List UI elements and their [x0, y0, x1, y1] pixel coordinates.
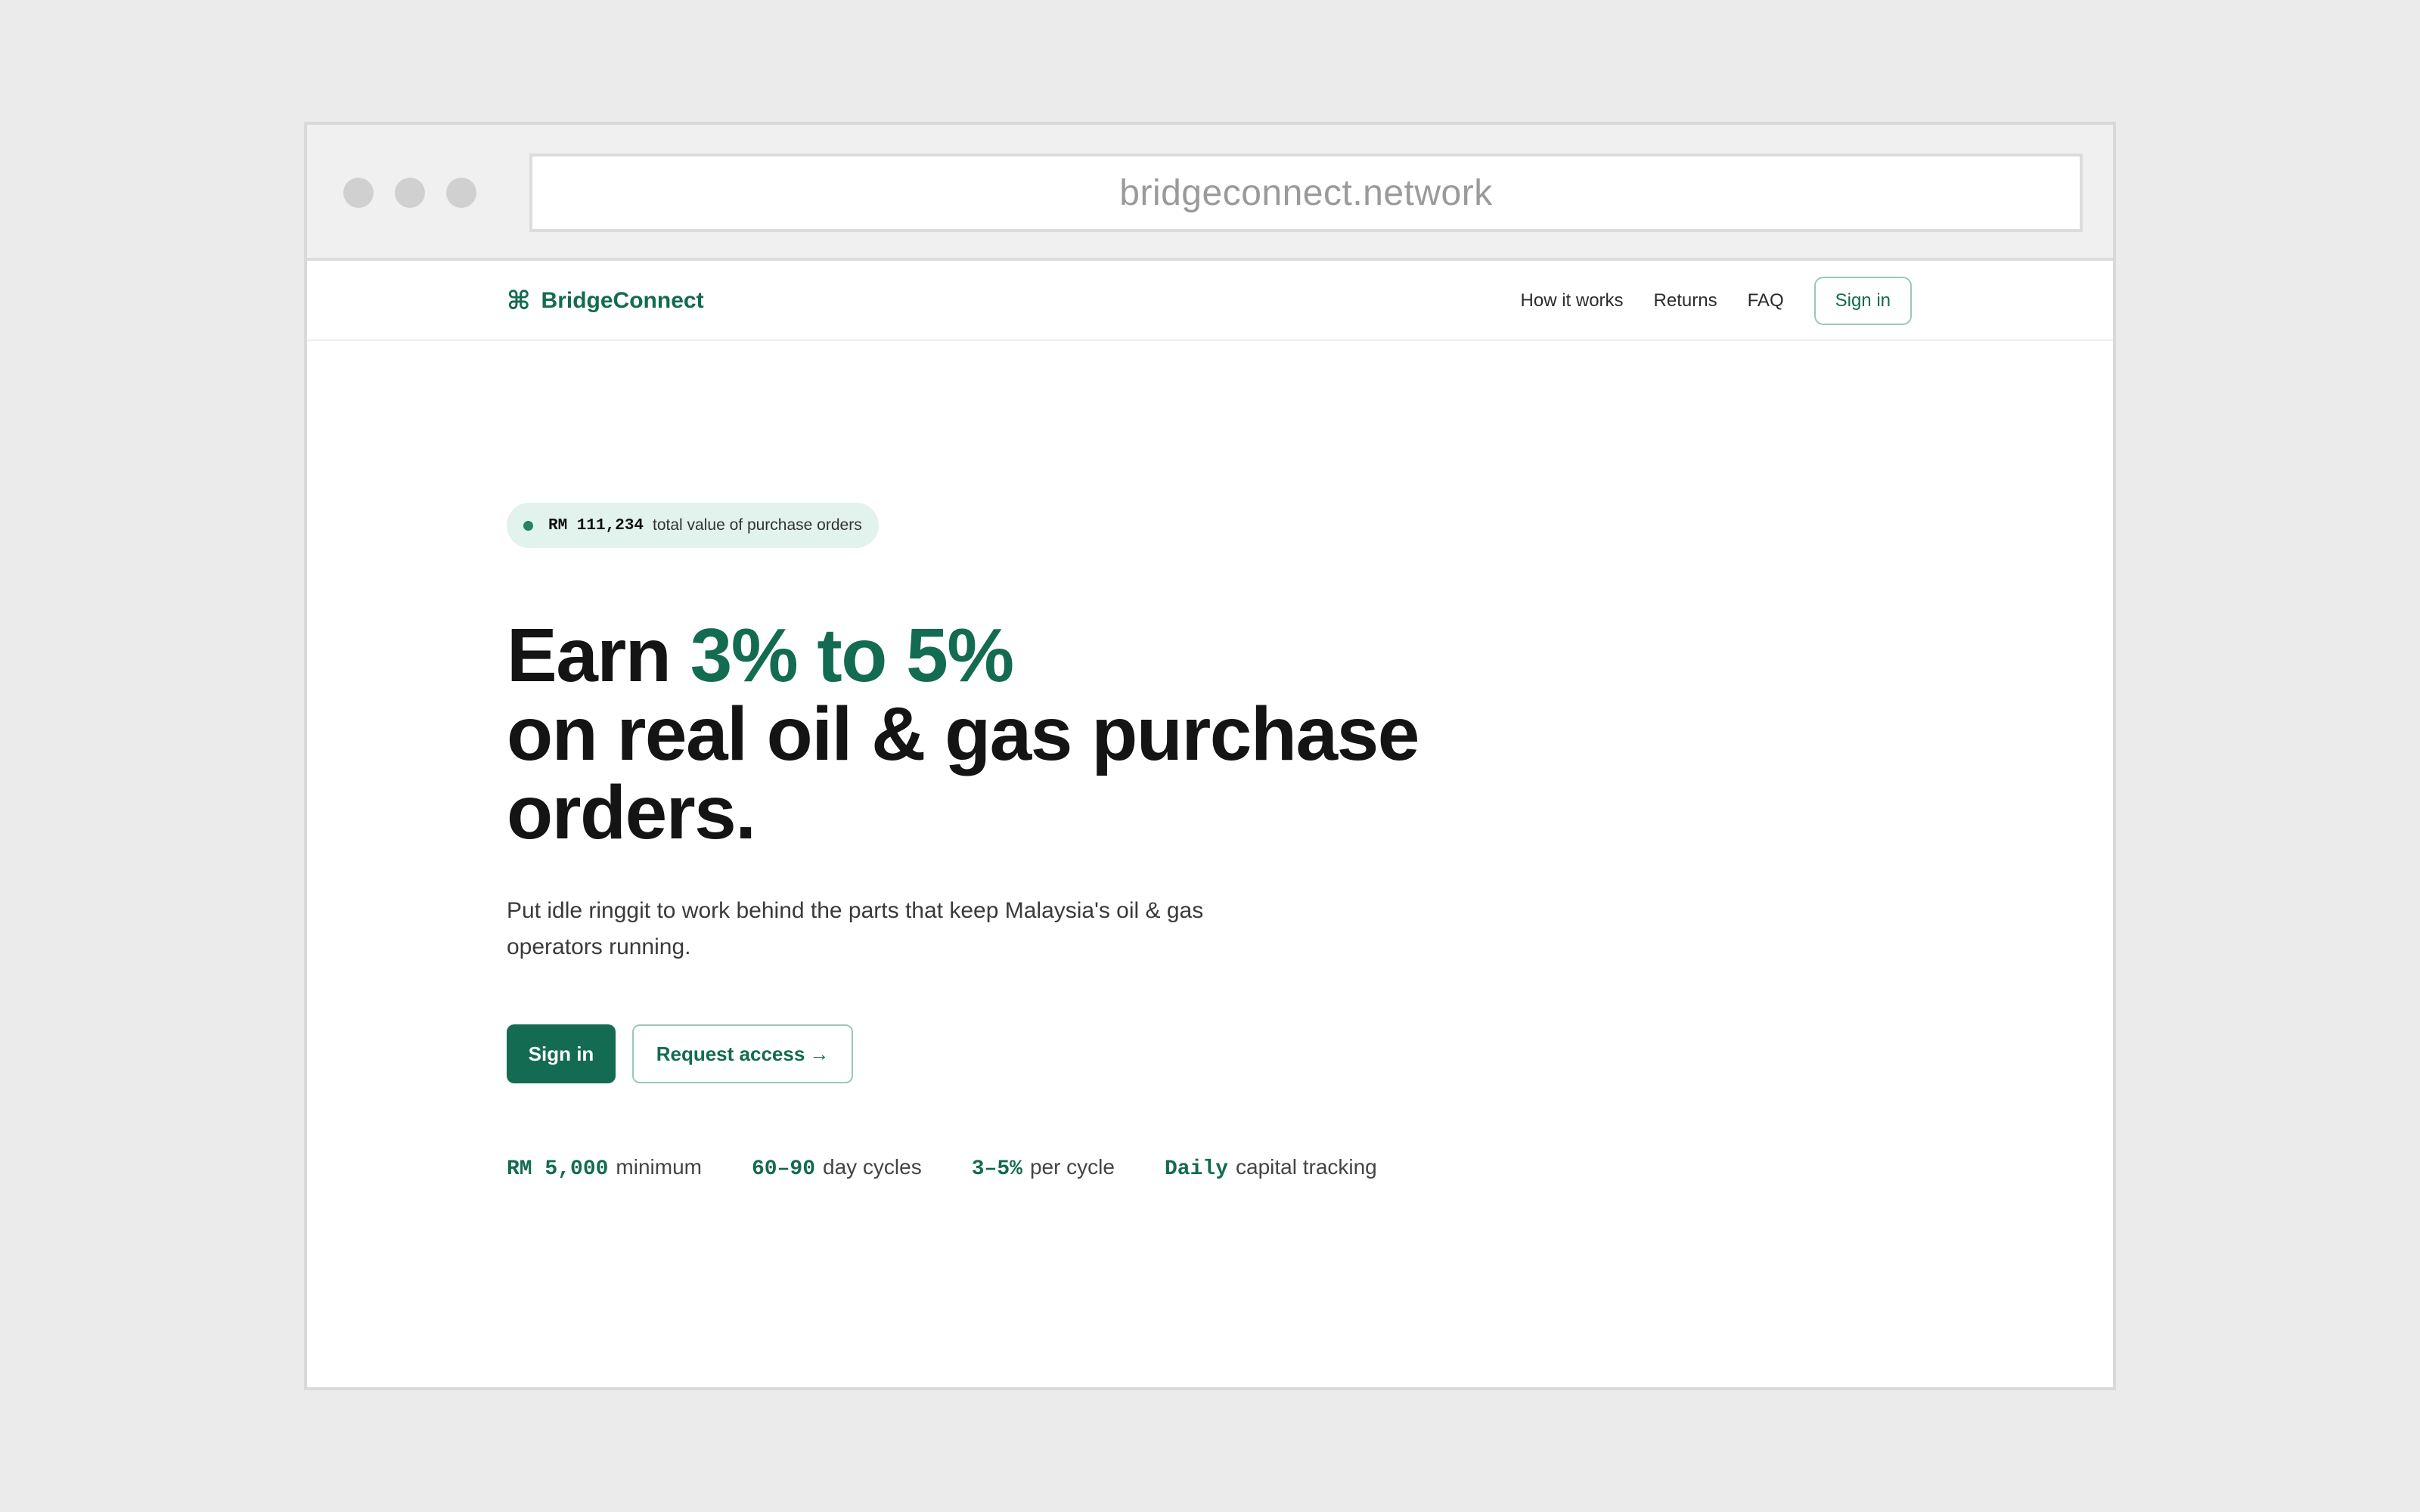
hero-subtitle: Put idle ringgit to work behind the part…: [507, 898, 1204, 959]
stat-label: per cycle: [1029, 1155, 1115, 1179]
headline-accent: 3% to 5%: [690, 613, 1015, 698]
request-access-label: Request access: [656, 1042, 805, 1065]
stat-key: 3–5%: [971, 1157, 1022, 1181]
stat-return: 3–5% per cycle: [972, 1155, 1115, 1181]
stat-key: Daily: [1164, 1157, 1228, 1181]
stat-cycles: 60–90 day cycles: [752, 1155, 922, 1181]
stat-tracking: Daily capital tracking: [1165, 1155, 1377, 1181]
window-minimize-dot[interactable]: [395, 178, 425, 208]
stat-minimum: RM 5,000 minimum: [507, 1155, 702, 1181]
status-dot-icon: [523, 520, 533, 531]
badge-amount: RM 111,234: [548, 516, 644, 534]
nav-link-faq[interactable]: FAQ: [1748, 290, 1784, 311]
browser-window: bridgeconnect.network ⌘ BridgeConnect Ho…: [304, 122, 2116, 1390]
request-access-button[interactable]: Request access →: [632, 1024, 853, 1083]
brand-logo[interactable]: ⌘ BridgeConnect: [507, 261, 704, 341]
hero-signin-button[interactable]: Sign in: [507, 1024, 616, 1083]
hero-headline: Earn 3% to 5% on real oil & gas purchase…: [507, 616, 1419, 852]
stat-label: minimum: [616, 1155, 702, 1179]
browser-chrome: bridgeconnect.network: [307, 125, 2113, 261]
headline-line-2: on real oil & gas purchase: [507, 692, 1419, 776]
stat-key: RM 5,000: [507, 1157, 609, 1181]
nav-link-returns[interactable]: Returns: [1654, 290, 1717, 311]
window-close-dot[interactable]: [343, 178, 374, 208]
brand-name: BridgeConnect: [541, 288, 704, 313]
headline-line-3: orders.: [507, 770, 756, 855]
nav-signin-button[interactable]: Sign in: [1813, 277, 1912, 325]
address-bar[interactable]: bridgeconnect.network: [529, 153, 2083, 232]
stat-label: capital tracking: [1236, 1155, 1377, 1179]
headline-prefix: Earn: [507, 613, 690, 698]
command-icon: ⌘: [507, 287, 531, 315]
stats-row: RM 5,000 minimum 60–90 day cycles 3–5% per …: [507, 1153, 1427, 1183]
total-value-badge: RM 111,234 total value of purchase order…: [507, 503, 879, 548]
window-maximize-dot[interactable]: [446, 178, 476, 208]
top-nav: ⌘ BridgeConnect How it works Returns FAQ…: [307, 261, 2113, 341]
stat-label: day cycles: [823, 1155, 922, 1179]
nav-link-how-it-works[interactable]: How it works: [1521, 290, 1624, 311]
nav-links: How it works Returns FAQ Sign in: [1491, 261, 1912, 341]
badge-text: total value of purchase orders: [653, 516, 862, 534]
arrow-right-icon: →: [809, 1042, 830, 1065]
stat-key: 60–90: [751, 1157, 815, 1181]
